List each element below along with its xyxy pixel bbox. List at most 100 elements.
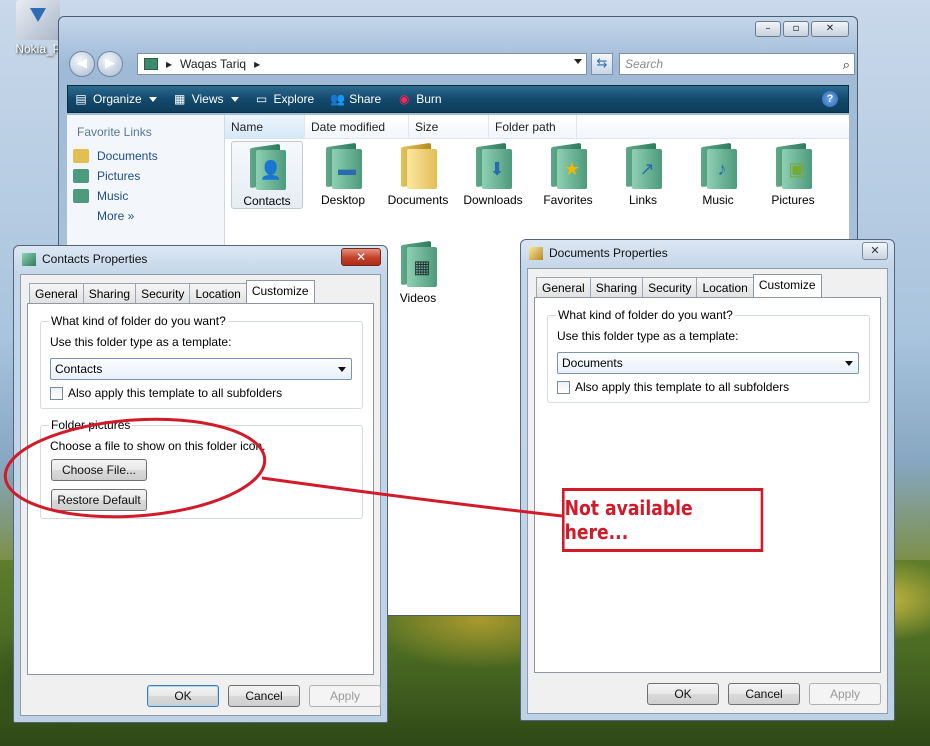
nav-item-more[interactable]: More »: [67, 205, 224, 225]
column-header-folder-path[interactable]: Folder path: [489, 115, 577, 138]
explore-button[interactable]: ▭ Explore: [255, 92, 314, 106]
views-icon: ▦: [174, 91, 186, 106]
address-bar[interactable]: ▸ Waqas Tariq ▸: [137, 53, 587, 75]
nav-item-documents[interactable]: Documents: [67, 145, 224, 165]
file-label: Links: [628, 193, 657, 207]
file-item-links[interactable]: ↗ Links: [607, 141, 679, 207]
tab-strip: General Sharing Security Location Custom…: [29, 280, 315, 303]
share-label: Share: [349, 92, 382, 106]
links-folder-icon: ↗: [620, 141, 666, 189]
help-icon[interactable]: ?: [822, 91, 838, 107]
cancel-button[interactable]: Cancel: [228, 685, 300, 707]
nav-item-label: Music: [97, 189, 129, 203]
forward-button[interactable]: ▶: [97, 51, 123, 77]
tab-customize[interactable]: Customize: [245, 280, 315, 303]
tab-security[interactable]: Security: [642, 277, 698, 297]
command-bar: ▤ Organize ▦ Views ▭ Explore 👥 Share ◉ Burn ?: [67, 85, 849, 113]
tab-sharing[interactable]: Sharing: [82, 283, 137, 303]
file-item-favorites[interactable]: ★ Favorites: [532, 141, 604, 207]
file-item-videos[interactable]: ▦ Videos: [382, 239, 454, 305]
refresh-button[interactable]: ⇆: [591, 53, 613, 75]
apply-subfolders-checkbox[interactable]: Also apply this template to all subfolde…: [50, 386, 282, 400]
checkbox-box[interactable]: [50, 386, 63, 400]
choose-file-text: Choose a file to show on this folder ico…: [50, 439, 266, 453]
tab-strip: General Sharing Security Location Custom…: [536, 274, 822, 297]
column-header-date-modified[interactable]: Date modified: [305, 115, 409, 138]
file-item-desktop[interactable]: ▬ Desktop: [307, 141, 379, 207]
annotation-note: Not available here...: [562, 488, 764, 552]
dialog-title-text: Contacts Properties: [42, 252, 148, 266]
file-item-pictures[interactable]: ▣ Pictures: [757, 141, 829, 207]
checkbox-label: Also apply this template to all subfolde…: [575, 380, 790, 394]
downloads-folder-icon: ⬇: [470, 141, 516, 189]
search-input[interactable]: Search ⌕: [619, 53, 855, 75]
tab-location[interactable]: Location: [696, 277, 754, 297]
close-button[interactable]: ✕: [862, 242, 888, 260]
close-icon: ✕: [355, 250, 367, 264]
column-header-size[interactable]: Size: [409, 115, 489, 138]
views-label: Views: [191, 92, 224, 106]
back-button[interactable]: ◀: [69, 51, 95, 77]
favorite-links-heading: Favorite Links: [77, 125, 152, 139]
search-icon[interactable]: ⌕: [843, 55, 850, 75]
music-icon: [73, 189, 89, 203]
documents-folder-icon: [529, 246, 543, 260]
file-item-documents[interactable]: Documents: [382, 141, 454, 207]
template-select[interactable]: Documents: [557, 352, 859, 374]
favorites-folder-icon: ★: [545, 141, 591, 189]
search-placeholder: Search: [625, 57, 664, 71]
ok-button[interactable]: OK: [647, 683, 719, 705]
tab-sharing[interactable]: Sharing: [589, 277, 644, 297]
tab-customize[interactable]: Customize: [752, 274, 822, 297]
music-folder-icon: ♪: [695, 141, 741, 189]
file-item-contacts[interactable]: 👤 Contacts: [231, 141, 303, 209]
tab-general[interactable]: General: [536, 277, 591, 297]
file-label: Desktop: [320, 193, 366, 207]
folder-type-group: What kind of folder do you want? Use thi…: [547, 308, 870, 403]
breadcrumb-separator-icon: ▸: [254, 57, 261, 71]
apply-button[interactable]: Apply: [309, 685, 381, 707]
address-dropdown-icon[interactable]: [574, 59, 582, 64]
window-controls: – ▫ ✕: [755, 21, 849, 37]
file-item-music[interactable]: ♪ Music: [682, 141, 754, 207]
nav-item-music[interactable]: Music: [67, 185, 224, 205]
maximize-button[interactable]: ▫: [783, 21, 809, 37]
column-headers: Name Date modified Size Folder path: [225, 115, 849, 139]
cancel-button[interactable]: Cancel: [728, 683, 800, 705]
views-button[interactable]: ▦ Views: [173, 92, 239, 106]
share-button[interactable]: 👥 Share: [330, 92, 381, 106]
organize-button[interactable]: ▤ Organize: [74, 92, 157, 106]
group-title: What kind of folder do you want?: [49, 314, 228, 328]
file-item-downloads[interactable]: ⬇ Downloads: [457, 141, 529, 207]
desktop-icon-label: Nokia_P: [15, 42, 61, 56]
file-label: Favorites: [543, 193, 593, 207]
choose-file-button[interactable]: Choose File...: [51, 459, 147, 481]
pictures-icon: [73, 169, 89, 183]
apply-button[interactable]: Apply: [809, 683, 881, 705]
template-select[interactable]: Contacts: [50, 358, 352, 380]
documents-properties-dialog: Documents Properties ✕ General Sharing S…: [520, 239, 895, 721]
restore-default-button[interactable]: Restore Default: [51, 489, 147, 511]
contacts-folder-icon: 👤: [244, 142, 290, 190]
forward-arrow-icon: ▶: [105, 56, 115, 71]
breadcrumb-item[interactable]: Waqas Tariq: [180, 57, 246, 71]
tab-security[interactable]: Security: [135, 283, 191, 303]
contacts-properties-dialog: Contacts Properties ✕ General Sharing Se…: [13, 245, 388, 723]
apply-subfolders-checkbox[interactable]: Also apply this template to all subfolde…: [557, 380, 789, 394]
close-button[interactable]: ✕: [341, 248, 381, 266]
burn-button[interactable]: ◉ Burn: [397, 92, 442, 106]
refresh-icon: ⇆: [596, 56, 608, 71]
checkbox-box[interactable]: [557, 380, 570, 394]
file-label: Downloads: [463, 193, 523, 207]
tab-general[interactable]: General: [29, 283, 84, 303]
column-header-name[interactable]: Name: [225, 115, 305, 138]
close-icon: ✕: [870, 244, 880, 257]
desktop-folder-icon: ▬: [320, 141, 366, 189]
tab-location[interactable]: Location: [189, 283, 247, 303]
close-button[interactable]: ✕: [811, 21, 849, 37]
ok-button[interactable]: OK: [147, 685, 219, 707]
download-icon: [16, 0, 60, 40]
nav-item-pictures[interactable]: Pictures: [67, 165, 224, 185]
minimize-button[interactable]: –: [755, 21, 781, 37]
organize-icon: ▤: [75, 91, 87, 106]
